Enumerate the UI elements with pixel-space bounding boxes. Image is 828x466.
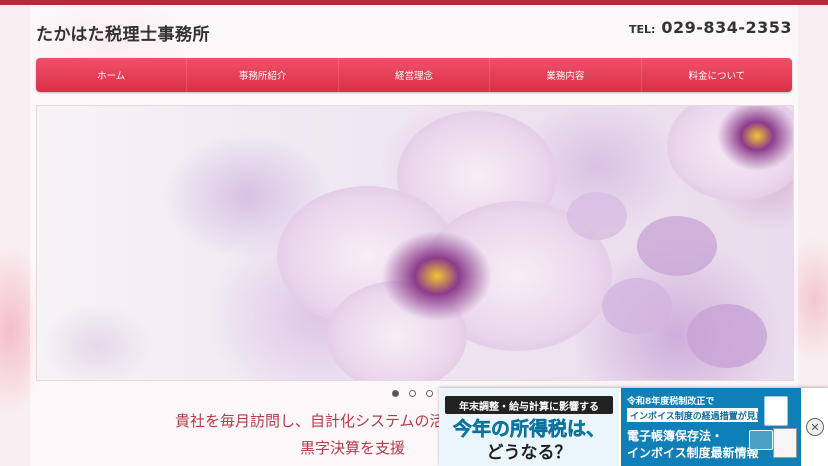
tagline-line-2: 黒字決算を支援 bbox=[300, 439, 406, 457]
ad-left-subtitle: どうなる？ bbox=[486, 443, 572, 463]
nav-item-home[interactable]: ホーム bbox=[36, 58, 188, 92]
tagline-line-1: 貴社を毎月訪問し、自計化システムの活 bbox=[175, 412, 445, 430]
ad-income-tax[interactable]: 年末調整・給与計算に影響する 今年の所得税は、 どうなる？ bbox=[439, 388, 619, 466]
ad-right-heading: 令和8年度税制改正で bbox=[627, 397, 715, 407]
document-icon bbox=[764, 396, 788, 426]
nav-item-services[interactable]: 業務内容 bbox=[490, 58, 642, 92]
ad-right-notice: インボイス制度の経過措置が見直し bbox=[627, 408, 758, 422]
ad-right-title-2: インボイス制度最新情報 bbox=[627, 446, 759, 460]
box-icon bbox=[749, 430, 773, 450]
nav-item-office[interactable]: 事務所紹介 bbox=[187, 58, 339, 92]
slider-dots bbox=[392, 390, 433, 397]
ad-invoice-system[interactable]: 令和8年度税制改正で インボイス制度の経過措置が見直し 電子帳簿保存法・ インボ… bbox=[621, 388, 801, 466]
main-navigation: ホーム 事務所紹介 経営理念 業務内容 料金について bbox=[36, 58, 792, 92]
ad-left-title: 今年の所得税は、 bbox=[452, 418, 606, 441]
hero-slider-image[interactable] bbox=[36, 105, 794, 381]
slider-dot-1[interactable] bbox=[392, 390, 399, 397]
slider-dot-2[interactable] bbox=[409, 390, 416, 397]
site-title[interactable]: たかはた税理士事務所 bbox=[36, 20, 210, 45]
close-icon[interactable]: ✕ bbox=[806, 418, 824, 436]
nav-item-fees[interactable]: 料金について bbox=[642, 58, 792, 92]
nav-item-philosophy[interactable]: 経営理念 bbox=[339, 58, 491, 92]
tel-label: TEL: bbox=[628, 23, 656, 36]
tel-number[interactable]: 029-834-2353 bbox=[661, 18, 792, 37]
ad-banner[interactable]: 年末調整・給与計算に影響する 今年の所得税は、 どうなる？ 令和8年度税制改正で… bbox=[439, 388, 828, 466]
ad-right-title-1: 電子帳簿保存法・ bbox=[627, 429, 724, 443]
phone-number[interactable]: TEL: 029-834-2353 bbox=[629, 18, 792, 37]
paper-icon bbox=[773, 428, 797, 458]
ad-left-heading: 年末調整・給与計算に影響する bbox=[445, 396, 613, 414]
flower-illustration bbox=[277, 106, 793, 380]
slider-dot-3[interactable] bbox=[426, 390, 433, 397]
